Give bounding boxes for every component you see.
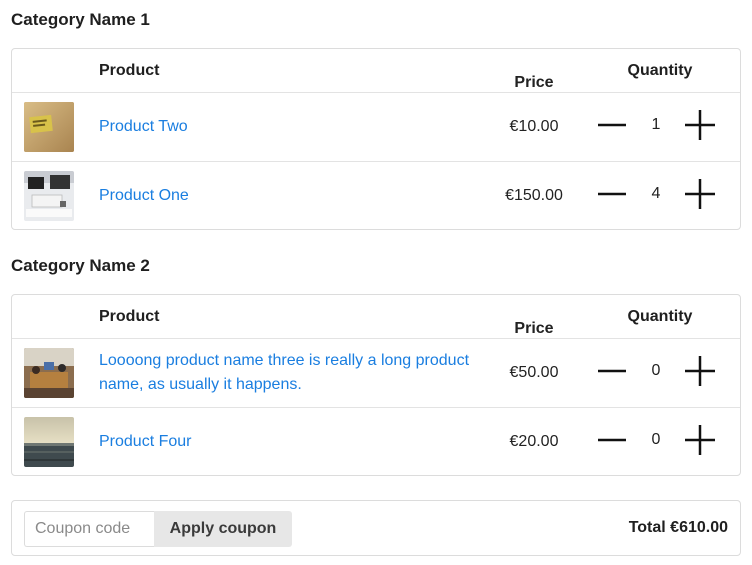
product-thumbnail[interactable]	[24, 348, 74, 398]
product-price: €50.00	[509, 364, 559, 381]
plus-icon	[685, 179, 715, 209]
quantity-value: 0	[651, 362, 661, 379]
table-row: Loooong product name three is really a l…	[12, 339, 740, 408]
product-link[interactable]: Product Four	[99, 408, 499, 476]
cart-total: Total €610.00	[628, 519, 728, 536]
product-price: €10.00	[509, 118, 559, 135]
minus-icon	[598, 123, 626, 127]
table-row: Product One €150.00 4	[12, 162, 740, 231]
product-thumbnail[interactable]	[24, 102, 74, 152]
quantity-stepper: 0	[592, 408, 732, 476]
decrease-quantity-button[interactable]	[592, 351, 632, 391]
quantity-value: 1	[651, 116, 661, 133]
product-link[interactable]: Loooong product name three is really a l…	[99, 339, 491, 407]
column-header-quantity: Quantity	[627, 308, 693, 325]
product-thumbnail[interactable]	[24, 417, 74, 467]
plus-icon	[685, 425, 715, 455]
decrease-quantity-button[interactable]	[592, 420, 632, 460]
table-row: Product Two €10.00 1	[12, 93, 740, 162]
category-table: Product Price Quantity Loooong product n…	[11, 294, 741, 476]
plus-icon	[685, 356, 715, 386]
category-table: Product Price Quantity Product Two €10.0…	[11, 48, 741, 230]
product-link[interactable]: Product Two	[99, 93, 499, 161]
quantity-stepper: 4	[592, 162, 732, 230]
increase-quantity-button[interactable]	[680, 174, 720, 214]
quantity-stepper: 0	[592, 339, 732, 407]
quantity-value: 0	[651, 431, 661, 448]
decrease-quantity-button[interactable]	[592, 174, 632, 214]
decrease-quantity-button[interactable]	[592, 105, 632, 145]
minus-icon	[598, 192, 626, 196]
cart-page: Category Name 1 Product Price Quantity P…	[0, 0, 752, 565]
product-link[interactable]: Product One	[99, 162, 499, 230]
minus-icon	[598, 438, 626, 442]
product-price: €20.00	[509, 433, 559, 450]
category-title: Category Name 1	[11, 10, 150, 29]
quantity-value: 4	[651, 185, 661, 202]
product-thumbnail[interactable]	[24, 171, 74, 221]
column-header-product: Product	[99, 308, 160, 325]
increase-quantity-button[interactable]	[680, 351, 720, 391]
coupon-code-input[interactable]	[24, 511, 154, 547]
plus-icon	[685, 110, 715, 140]
table-header: Product Price Quantity	[12, 49, 740, 93]
column-header-product: Product	[99, 62, 160, 79]
increase-quantity-button[interactable]	[680, 105, 720, 145]
cart-footer: Apply coupon Total €610.00	[11, 500, 741, 556]
table-header: Product Price Quantity	[12, 295, 740, 339]
quantity-stepper: 1	[592, 93, 732, 161]
apply-coupon-button[interactable]: Apply coupon	[154, 511, 292, 547]
column-header-quantity: Quantity	[627, 62, 693, 79]
product-price: €150.00	[505, 187, 563, 204]
increase-quantity-button[interactable]	[680, 420, 720, 460]
minus-icon	[598, 369, 626, 373]
category-title: Category Name 2	[11, 256, 150, 275]
table-row: Product Four €20.00 0	[12, 408, 740, 477]
